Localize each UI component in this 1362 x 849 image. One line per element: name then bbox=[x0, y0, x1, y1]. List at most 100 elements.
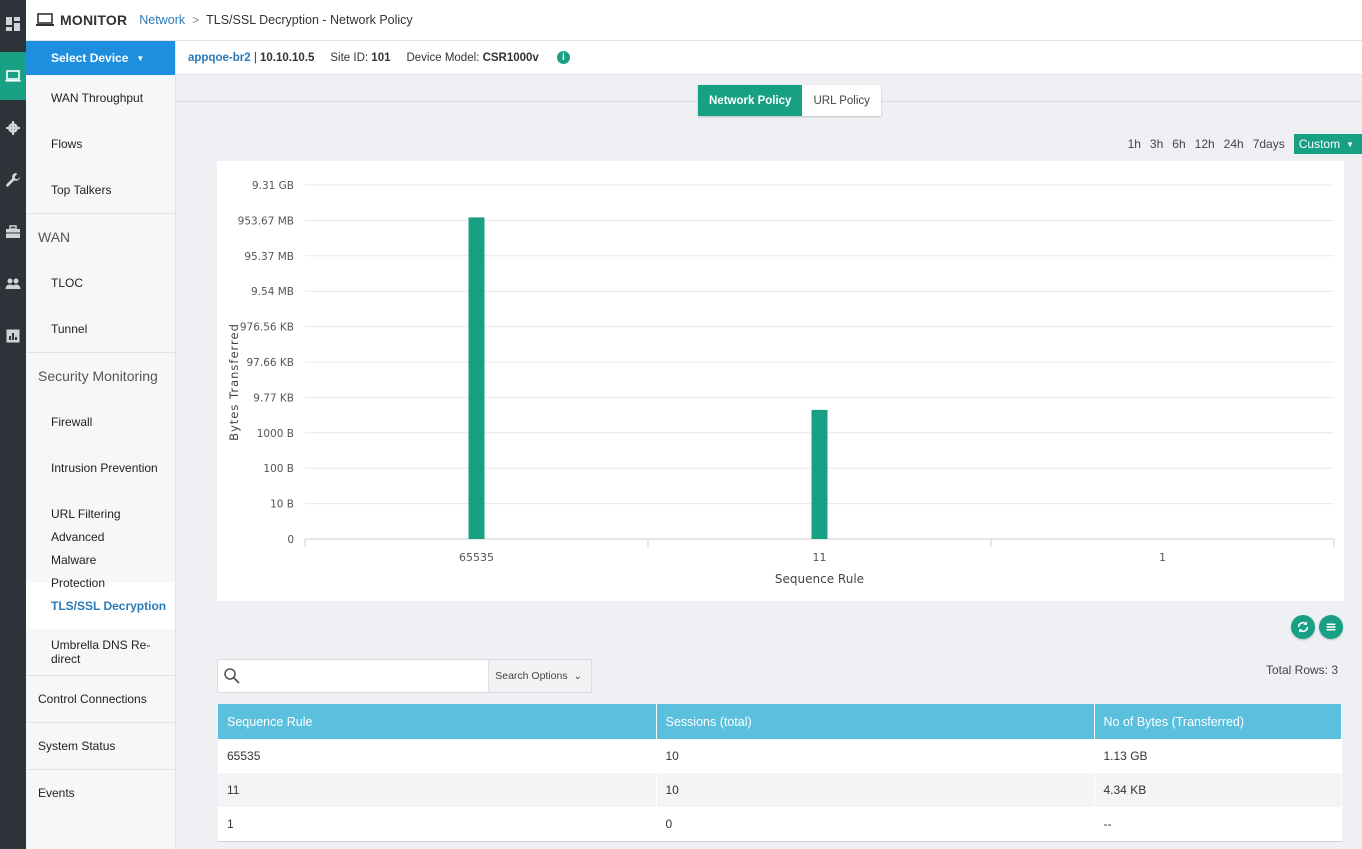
x-tick-label: 11 bbox=[813, 551, 827, 564]
breadcrumb-network-link[interactable]: Network bbox=[139, 13, 185, 27]
table-row[interactable]: 65535 10 1.13 GB bbox=[218, 739, 1342, 773]
y-tick-label: 95.37 MB bbox=[244, 251, 294, 263]
y-tick-label: 0 bbox=[287, 534, 294, 546]
y-tick-label: 9.54 MB bbox=[251, 286, 294, 298]
chevron-down-icon: ⌄ bbox=[573, 670, 582, 682]
time-range-6h[interactable]: 6h bbox=[1172, 137, 1185, 151]
time-range-24h[interactable]: 24h bbox=[1224, 137, 1244, 151]
time-range-selector: 1h 3h 6h 12h 24h 7days Custom ▼ bbox=[1128, 133, 1362, 155]
monitor-icon[interactable] bbox=[0, 52, 26, 100]
search-icon bbox=[218, 660, 246, 692]
table-row[interactable]: 11 10 4.34 KB bbox=[218, 773, 1342, 807]
sidebar-item-label: Advanced Malware Protection bbox=[51, 529, 106, 590]
table-header-row: Sequence Rule Sessions (total) No of Byt… bbox=[218, 704, 1342, 739]
y-axis-label: Bytes Transferred bbox=[227, 323, 241, 441]
column-header-sequence-rule[interactable]: Sequence Rule bbox=[218, 704, 657, 739]
caret-down-icon: ▼ bbox=[1346, 139, 1354, 149]
tab-url-policy[interactable]: URL Policy bbox=[802, 85, 881, 116]
x-tick-label: 65535 bbox=[459, 551, 494, 564]
sidebar-item-system-status[interactable]: System Status bbox=[26, 722, 175, 769]
sidebar-item-label: Intrusion Prevention bbox=[51, 461, 158, 475]
bar bbox=[468, 217, 485, 539]
sidebar-item-umbrella-dns-redirect[interactable]: Umbrella DNS Re-direct bbox=[26, 629, 175, 675]
search-input[interactable] bbox=[246, 661, 489, 691]
dashboard-icon[interactable] bbox=[0, 0, 26, 48]
sidebar-item-label: Tunnel bbox=[51, 322, 88, 336]
sidebar-item-label: TLOC bbox=[51, 276, 84, 290]
sidebar-item-label: Umbrella DNS Re-direct bbox=[51, 638, 151, 666]
sidebar-item-firewall[interactable]: Firewall bbox=[26, 399, 175, 445]
sidebar-item-control-connections[interactable]: Control Connections bbox=[26, 675, 175, 722]
device-model-value: CSR1000v bbox=[482, 51, 539, 64]
table-cell: 1 bbox=[218, 807, 657, 842]
section-label: WAN bbox=[38, 229, 71, 245]
sidebar-item-top-talkers[interactable]: Top Talkers bbox=[26, 167, 175, 213]
sidebar-item-events[interactable]: Events bbox=[26, 769, 175, 816]
analytics-icon[interactable] bbox=[0, 312, 26, 360]
toolbox-icon[interactable] bbox=[0, 208, 26, 256]
table-cell: 65535 bbox=[218, 739, 657, 773]
wrench-icon[interactable] bbox=[0, 156, 26, 204]
sidebar-item-intrusion-prevention[interactable]: Intrusion Prevention bbox=[26, 445, 175, 491]
search-options-label: Search Options bbox=[495, 670, 568, 682]
bytes-transferred-chart: 0 10 B 100 B 1000 B 9.77 KB 97.66 KB 976.56 KB… bbox=[217, 161, 1344, 601]
sidebar-item-wan-throughput[interactable]: WAN Throughput bbox=[26, 75, 175, 121]
time-range-3h[interactable]: 3h bbox=[1150, 137, 1163, 151]
sidebar-item-label: Firewall bbox=[51, 415, 93, 429]
gear-icon[interactable] bbox=[0, 104, 26, 152]
table-cell: 0 bbox=[656, 807, 1095, 842]
search-options-dropdown[interactable]: Search Options ⌄ bbox=[488, 660, 591, 692]
sidebar-item-label: Top Talkers bbox=[51, 183, 112, 197]
device-name[interactable]: appqoe-br2 bbox=[188, 52, 251, 64]
time-range-7days[interactable]: 7days bbox=[1253, 137, 1285, 151]
refresh-button[interactable] bbox=[1291, 615, 1315, 639]
time-range-custom-label: Custom bbox=[1298, 137, 1341, 151]
menu-button[interactable] bbox=[1319, 615, 1343, 639]
y-tick-label: 9.31 GB bbox=[252, 180, 294, 192]
sidebar-item-label: Events bbox=[38, 786, 75, 800]
sidebar-section-security-monitoring[interactable]: Security Monitoring bbox=[26, 352, 175, 399]
device-model-label: Device Model: bbox=[406, 51, 480, 64]
table-cell: -- bbox=[1094, 807, 1342, 842]
device-separator: | bbox=[250, 51, 261, 64]
select-device-dropdown[interactable]: Select Device ▼ bbox=[26, 41, 175, 75]
users-icon[interactable] bbox=[0, 260, 26, 308]
breadcrumb-current: TLS/SSL Decryption - Network Policy bbox=[206, 13, 413, 27]
time-range-custom-dropdown[interactable]: Custom ▼ bbox=[1293, 134, 1362, 154]
y-tick-label: 10 B bbox=[270, 499, 294, 511]
total-rows-count: Total Rows: 3 bbox=[1265, 663, 1338, 677]
device-ip: 10.10.10.5 bbox=[260, 51, 315, 64]
sidebar-item-advanced-malware-protection[interactable]: Advanced Malware Protection bbox=[26, 530, 175, 590]
bar bbox=[811, 409, 828, 539]
sidebar-section-wan[interactable]: WAN bbox=[26, 213, 175, 260]
time-range-1h[interactable]: 1h bbox=[1128, 137, 1141, 151]
sidebar-item-label: URL Filtering bbox=[51, 507, 121, 521]
y-tick-label: 953.67 MB bbox=[238, 215, 294, 227]
sidebar-item-tunnel[interactable]: Tunnel bbox=[26, 306, 175, 352]
sidebar-item-flows[interactable]: Flows bbox=[26, 121, 175, 167]
table-search: Search Options ⌄ bbox=[217, 659, 592, 693]
refresh-icon bbox=[1297, 621, 1309, 633]
app-title: MONITOR bbox=[60, 12, 128, 28]
top-header: MONITOR Network > TLS/SSL Decryption - N… bbox=[26, 0, 1362, 41]
device-info-bar: appqoe-br2 | 10.10.10.5 Site ID: 101 Dev… bbox=[176, 41, 1362, 75]
y-tick-label: 976.56 KB bbox=[240, 322, 294, 334]
breadcrumb-separator: > bbox=[192, 13, 200, 27]
table-cell: 10 bbox=[656, 739, 1095, 773]
y-tick-label: 97.66 KB bbox=[247, 357, 295, 369]
x-tick-label: 1 bbox=[1159, 551, 1166, 564]
tab-network-policy[interactable]: Network Policy bbox=[698, 85, 803, 116]
x-axis-label: Sequence Rule bbox=[775, 572, 864, 586]
time-range-12h[interactable]: 12h bbox=[1195, 137, 1215, 151]
sidebar-item-label: WAN Throughput bbox=[51, 91, 144, 105]
sidebar: Select Device ▼ WAN Throughput Flows Top… bbox=[26, 41, 176, 849]
column-header-sessions[interactable]: Sessions (total) bbox=[656, 704, 1095, 739]
table-cell: 4.34 KB bbox=[1094, 773, 1342, 807]
sidebar-item-label: Flows bbox=[51, 137, 83, 151]
info-icon[interactable]: i bbox=[556, 51, 570, 64]
column-header-bytes[interactable]: No of Bytes (Transferred) bbox=[1094, 704, 1342, 739]
sidebar-item-label: TLS/SSL Decryption bbox=[51, 599, 167, 613]
sidebar-item-tloc[interactable]: TLOC bbox=[26, 260, 175, 306]
table-row[interactable]: 1 0 -- bbox=[218, 807, 1342, 842]
y-tick-label: 100 B bbox=[263, 463, 294, 475]
